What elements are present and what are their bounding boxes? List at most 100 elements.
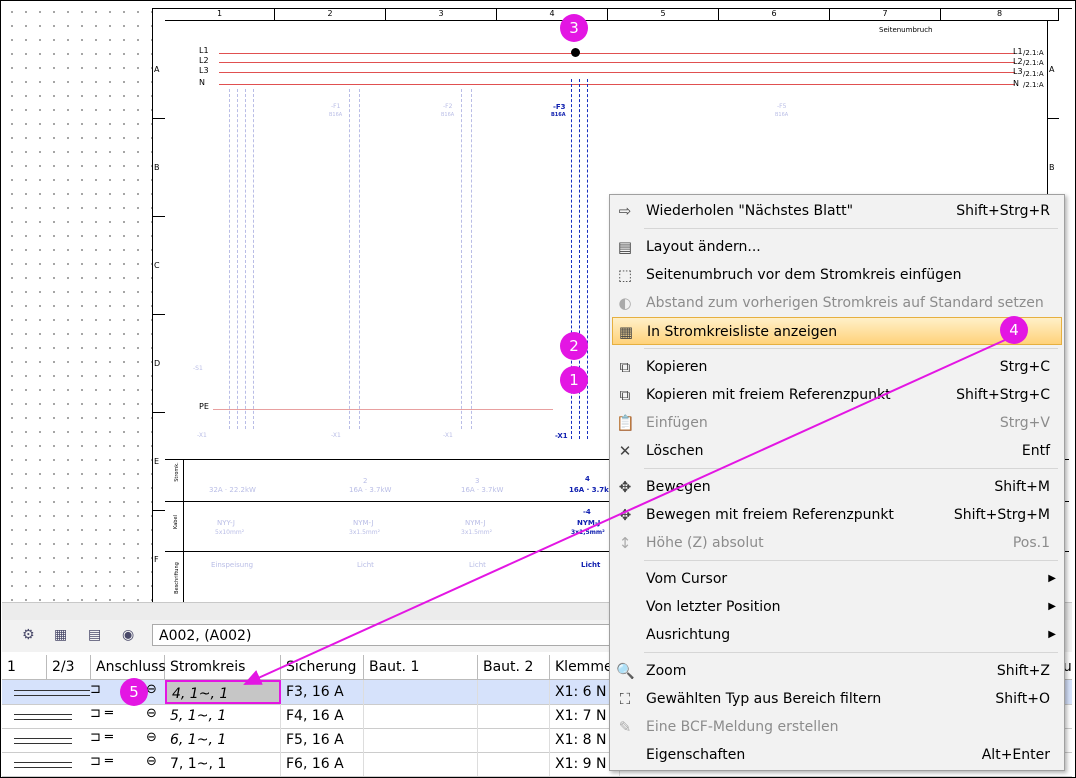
bus-line-l1[interactable] <box>219 53 1015 54</box>
add-list-icon[interactable]: ▤ <box>88 627 108 645</box>
terminal-label-selected[interactable]: -X1 <box>555 432 568 440</box>
circuit-desc: Licht <box>357 561 374 569</box>
column-header[interactable]: 2/3 <box>47 655 91 680</box>
bus-ref: /2.1:A <box>1023 70 1044 78</box>
bus-label-l1-end: L1 <box>1013 47 1023 56</box>
submenu-arrow-icon: ▶ <box>1048 573 1056 584</box>
column-header[interactable]: Stromkreis <box>165 655 281 680</box>
row-letter: F <box>153 511 165 602</box>
junction-dot[interactable] <box>571 48 580 57</box>
paste-icon: 📋 <box>616 414 635 432</box>
sicherung-cell[interactable]: F6, 16 A <box>281 752 364 776</box>
connector-icon: ⊐ <box>90 682 101 697</box>
filter-icon[interactable]: ◉ <box>122 627 142 645</box>
menu-item-bcf[interactable]: ✎ Eine BCF-Meldung erstellen <box>612 713 1062 741</box>
add-circuit-icon[interactable]: ⚙ <box>22 627 42 645</box>
baut2-cell[interactable] <box>478 752 550 776</box>
column-header[interactable]: Sicherung <box>281 655 364 680</box>
row-wire <box>14 762 72 768</box>
bus-line-l3[interactable] <box>219 72 1015 73</box>
menu-item-change-layout[interactable]: ▤ Layout ändern... <box>612 233 1062 261</box>
sicherung-cell[interactable]: F4, 16 A <box>281 704 364 728</box>
sicherung-cell[interactable]: F3, 16 A <box>281 680 364 704</box>
baut1-cell[interactable] <box>364 752 478 776</box>
step-marker-2: 2 <box>560 332 588 360</box>
menu-item-zoom[interactable]: 🔍 Zoom Shift+Z <box>612 657 1062 685</box>
menu-item-height-absolute[interactable]: ↕ Höhe (Z) absolut Pos.1 <box>612 529 1062 557</box>
pe-line[interactable] <box>213 409 553 410</box>
column-header[interactable]: Baut. 2 <box>478 655 550 680</box>
wire <box>237 89 238 429</box>
stromkreis-cell-selected[interactable]: 4, 1~, 1 <box>165 680 281 704</box>
stromkreis-cell[interactable]: 5, 1~, 1 <box>165 704 281 728</box>
menu-item-move-reference[interactable]: ✥ Bewegen mit freiem Referenzpunkt Shift+S… <box>612 501 1062 529</box>
table-side-label: Stromk. <box>173 462 180 482</box>
col-number: 3 <box>386 9 497 21</box>
step-marker-1: 1 <box>560 366 588 394</box>
copy-reference-icon: ⧉ <box>619 386 631 404</box>
row-letter: A <box>153 21 165 119</box>
menu-item-paste[interactable]: 📋 Einfügen Strg+V <box>612 409 1062 437</box>
menu-item-copy[interactable]: ⧉ Kopieren Strg+C <box>612 353 1062 381</box>
circuit-section: 5x10mm² <box>215 529 245 536</box>
stromkreis-cell[interactable]: 6, 1~, 1 <box>165 728 281 752</box>
delete-icon: ✕ <box>618 442 632 460</box>
table-side-label: Kabel <box>172 515 179 529</box>
col-number: 4 <box>497 9 608 21</box>
row-letter: E <box>153 413 165 511</box>
menu-item-from-cursor[interactable]: Vom Cursor ▶ <box>612 565 1062 593</box>
page-break-label: Seitenumbruch <box>879 26 933 34</box>
step-marker-4: 4 <box>1000 316 1028 344</box>
circuit-list-icon: ▦ <box>618 323 634 341</box>
height-icon: ↕ <box>618 534 632 552</box>
column-header[interactable]: Anschluss <box>91 655 166 680</box>
menu-separator <box>644 652 1058 653</box>
menu-item-repeat[interactable]: ⇨ Wiederholen "Nächstes Blatt" Shift+Strg+… <box>612 197 1062 225</box>
circuit-cable: NYM-J <box>465 519 486 527</box>
column-header[interactable]: Baut. 1 <box>364 655 478 680</box>
menu-item-alignment[interactable]: Ausrichtung ▶ <box>612 621 1062 649</box>
col-number: 2 <box>275 9 386 21</box>
circuit-no-selected[interactable]: 4 <box>585 475 590 483</box>
circuit-desc: Einspeisung <box>211 561 254 569</box>
lamp-icon: ⊖ <box>146 754 157 769</box>
baut2-cell[interactable] <box>478 704 550 728</box>
menu-item-move[interactable]: ✥ Bewegen Shift+M <box>612 473 1062 501</box>
col-number: 8 <box>941 9 1059 21</box>
circuit-desc-selected[interactable]: Licht <box>581 561 600 569</box>
menu-item-properties[interactable]: Eigenschaften Alt+Enter <box>612 741 1062 769</box>
baut1-cell[interactable] <box>364 728 478 752</box>
column-header[interactable]: 1 <box>2 655 47 680</box>
menu-item-from-last-position[interactable]: Von letzter Position ▶ <box>612 593 1062 621</box>
fuse-label-selected[interactable]: -F3 <box>553 103 566 111</box>
bus-label-n-end: N <box>1013 79 1019 88</box>
wire <box>229 89 230 429</box>
baut1-cell[interactable] <box>364 680 478 704</box>
menu-item-show-in-circuit-list[interactable]: ▦ In Stromkreisliste anzeigen <box>612 317 1062 345</box>
menu-item-insert-page-break[interactable]: ⬚ Seitenumbruch vor dem Stromkreis einfüg… <box>612 261 1062 289</box>
baut1-cell[interactable] <box>364 704 478 728</box>
filter-area-icon: ⛶ <box>619 690 631 708</box>
menu-item-filter-type[interactable]: ⛶ Gewählten Typ aus Bereich filtern Shift+… <box>612 685 1062 713</box>
row-letter: B <box>153 119 165 217</box>
menu-item-reset-spacing[interactable]: ◐ Abstand zum vorherigen Stromkreis auf S… <box>612 289 1062 317</box>
list-settings-icon[interactable]: ▦ <box>54 627 74 645</box>
bus-line-l2[interactable] <box>219 62 1015 63</box>
baut2-cell[interactable] <box>478 680 550 704</box>
move-icon: ✥ <box>618 478 632 496</box>
circuit-rating: 16A · 3.7kW <box>349 486 392 494</box>
fuse-rating: B16A <box>441 112 455 118</box>
address-field[interactable]: A002, (A002) <box>152 624 622 646</box>
baut2-cell[interactable] <box>478 728 550 752</box>
menu-item-copy-reference[interactable]: ⧉ Kopieren mit freiem Referenzpunkt Shift+… <box>612 381 1062 409</box>
terminal-label: -X1 <box>197 432 207 439</box>
col-number: 5 <box>608 9 719 21</box>
menu-item-delete[interactable]: ✕ Löschen Entf <box>612 437 1062 465</box>
menu-separator <box>644 348 1058 349</box>
bus-line-n[interactable] <box>219 84 1015 85</box>
circuit-section-selected: 3x1,5mm² <box>571 529 605 536</box>
circuit-cable-selected[interactable]: NYM-J <box>577 519 600 527</box>
sicherung-cell[interactable]: F5, 16 A <box>281 728 364 752</box>
wire-selected[interactable] <box>587 79 588 439</box>
stromkreis-cell[interactable]: 7, 1~, 1 <box>165 752 281 776</box>
